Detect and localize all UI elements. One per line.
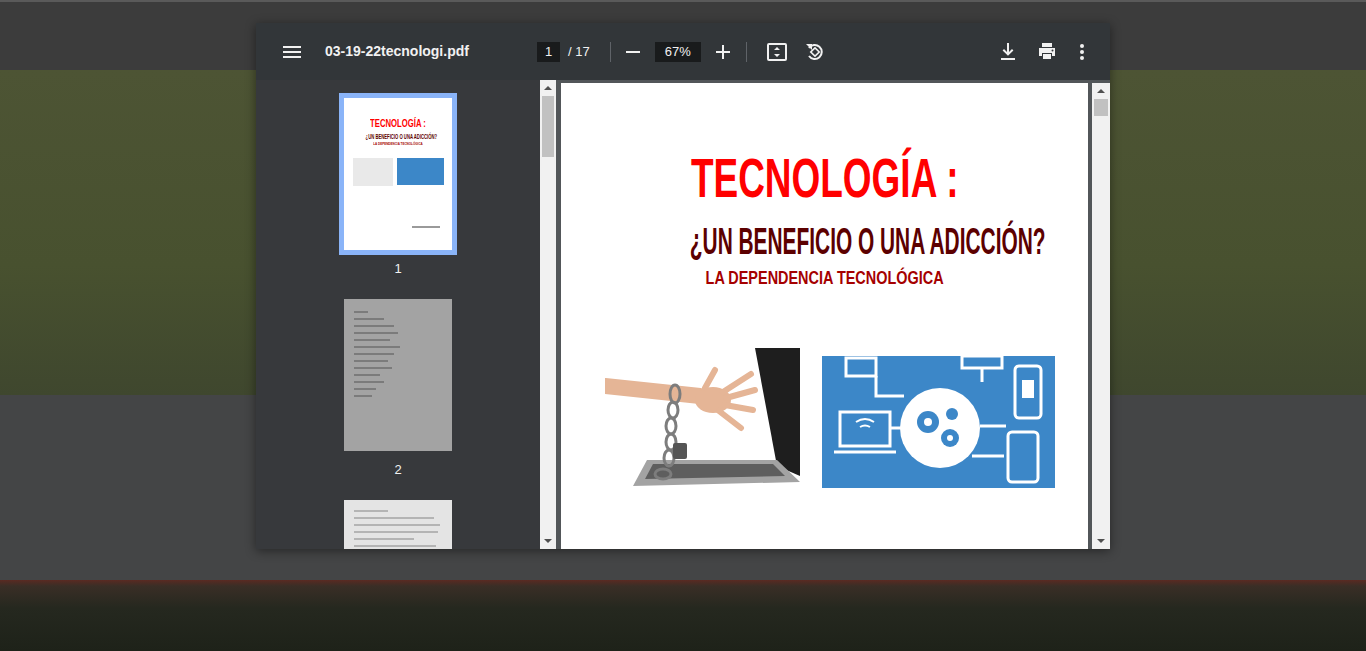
mini-image	[353, 158, 393, 186]
text-line	[354, 388, 376, 390]
thumbnail-page[interactable]	[344, 299, 452, 451]
more-icon[interactable]	[1080, 44, 1084, 60]
text-line	[354, 311, 368, 313]
text-line	[354, 381, 384, 383]
text-line	[354, 325, 394, 327]
mini-subtitle: ¿UN BENEFICIO O UNA ADICCIÓN?	[366, 133, 431, 140]
mini-tagline: LA DEPENDENCIA TECNOLÓGICA	[358, 142, 439, 146]
mini-title: TECNOLOGÍA :	[360, 118, 436, 129]
text-line	[354, 367, 392, 369]
thumbnail-page[interactable]: TECNOLOGÍA : ¿UN BENEFICIO O UNA ADICCIÓN…	[344, 98, 452, 250]
thumbnail-frame[interactable]	[339, 294, 457, 456]
technology-illustration	[822, 356, 1055, 488]
viewer-toolbar: 03-19-22tecnologi.pdf 1 / 17 67%	[256, 23, 1110, 80]
rotate-icon[interactable]	[805, 42, 824, 61]
page-scrollbar[interactable]	[1092, 83, 1110, 549]
mini-image	[397, 158, 444, 185]
document-subtitle: ¿UN BENEFICIO O UNA ADICCIÓN?	[690, 224, 1046, 260]
thumbnail-item[interactable]: 2	[339, 294, 457, 479]
download-icon[interactable]	[1000, 43, 1016, 60]
document-title: TECNOLOGÍA :	[691, 150, 959, 206]
thumbnail-label: 1	[394, 260, 401, 278]
chained-hand-image	[605, 348, 800, 488]
text-line	[354, 531, 438, 533]
text-line	[354, 538, 414, 540]
text-line	[354, 517, 434, 519]
thumbnail-label: 2	[394, 461, 401, 479]
text-line	[354, 510, 388, 512]
text-line	[354, 353, 394, 355]
zoom-out-icon[interactable]	[626, 45, 640, 59]
thumbnail-item[interactable]: TECNOLOGÍA : ¿UN BENEFICIO O UNA ADICCIÓN…	[339, 93, 457, 278]
text-line	[354, 332, 398, 334]
fit-page-icon[interactable]	[767, 43, 787, 61]
text-line	[354, 395, 372, 397]
menu-icon[interactable]	[283, 46, 301, 58]
scrollbar-thumb[interactable]	[1094, 99, 1108, 116]
text-line	[354, 318, 384, 320]
thumbnail-frame[interactable]: TECNOLOGÍA : ¿UN BENEFICIO O UNA ADICCIÓN…	[339, 93, 457, 255]
file-name: 03-19-22tecnologi.pdf	[325, 41, 537, 62]
zoom-in-icon[interactable]	[716, 45, 730, 59]
toolbar-separator	[610, 42, 611, 62]
text-line	[354, 346, 400, 348]
document-tagline: LA DEPENDENCIA TECNOLÓGICA	[705, 268, 943, 287]
text-line	[354, 545, 436, 547]
mini-images	[344, 158, 452, 186]
document-page: TECNOLOGÍA : ¿UN BENEFICIO O UNA ADICCIÓ…	[561, 83, 1088, 549]
pdf-viewer: 03-19-22tecnologi.pdf 1 / 17 67% TECNOLO…	[256, 23, 1110, 549]
thumbnail-page[interactable]	[344, 500, 452, 549]
document-area: TECNOLOGÍA : ¿UN BENEFICIO O UNA ADICCIÓ…	[556, 80, 1110, 549]
mini-footer	[412, 226, 440, 228]
page-input[interactable]: 1	[537, 42, 560, 62]
zoom-input[interactable]: 67%	[655, 42, 701, 62]
sidebar-scrollbar[interactable]	[540, 80, 556, 549]
text-line	[354, 339, 390, 341]
text-line	[354, 360, 388, 362]
scrollbar-thumb[interactable]	[542, 96, 554, 157]
print-icon[interactable]	[1038, 43, 1056, 60]
thumbnail-item[interactable]	[339, 495, 457, 549]
text-line	[354, 524, 440, 526]
text-line	[354, 374, 380, 376]
thumbnail-sidebar: TECNOLOGÍA : ¿UN BENEFICIO O UNA ADICCIÓN…	[256, 80, 540, 549]
thumbnail-frame[interactable]	[339, 495, 457, 549]
toolbar-separator	[746, 42, 747, 62]
page-total: / 17	[568, 42, 590, 62]
